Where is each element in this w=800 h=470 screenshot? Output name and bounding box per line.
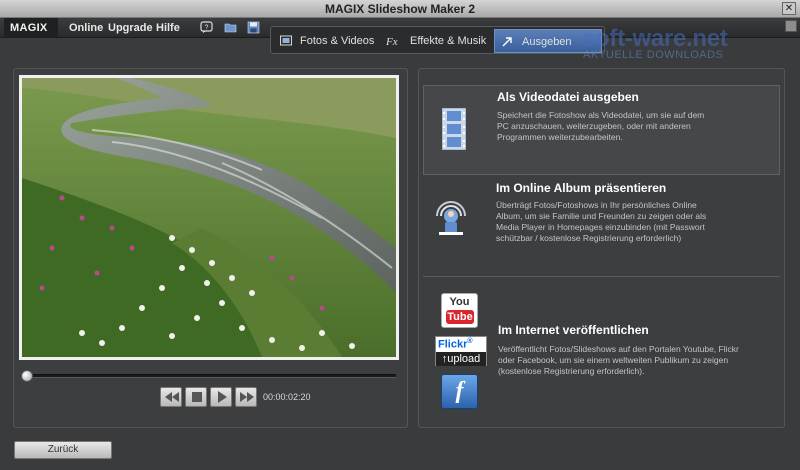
photo-icon — [280, 35, 292, 46]
arrow-out-icon — [502, 37, 512, 47]
tab-label: Ausgeben — [522, 36, 572, 48]
option-description: Überträgt Fotos/Fotoshows in Ihr persönl… — [496, 200, 707, 243]
flickr-upload-label: ↑upload — [436, 352, 486, 366]
rewind-button[interactable] — [160, 387, 182, 407]
back-button[interactable]: Zurück — [14, 441, 112, 459]
stop-icon — [192, 392, 202, 402]
film-strip-icon — [442, 108, 466, 150]
save-icon[interactable] — [247, 21, 260, 34]
help-icon[interactable]: ? — [200, 21, 213, 34]
rewind-icon — [165, 392, 179, 402]
watermark-subtitle: AKTUELLE DOWNLOADS — [583, 49, 724, 61]
window-title: MAGIX Slideshow Maker 2 — [324, 2, 476, 16]
menu-online[interactable]: Online — [69, 18, 103, 38]
share-service-icon[interactable]: f — [441, 374, 478, 409]
tab-effekte-musik[interactable]: Fx Effekte & Musik — [381, 29, 493, 53]
tab-fotos-videos[interactable]: Fotos & Videos — [273, 29, 379, 53]
flickr-text: Flickr® — [438, 338, 473, 351]
youtube-icon[interactable]: You Tube — [441, 293, 478, 328]
svg-text:Fx: Fx — [386, 36, 398, 46]
option-online-album[interactable]: Im Online Album präsentieren Überträgt F… — [423, 178, 780, 270]
option-title: Im Online Album präsentieren — [496, 181, 667, 195]
preview-image — [19, 75, 399, 360]
flickr-upload-icon[interactable]: Flickr® ↑upload — [435, 336, 487, 366]
tab-label: Fotos & Videos — [300, 35, 375, 47]
fast-forward-icon — [240, 392, 254, 402]
separator — [423, 276, 780, 277]
tab-label: Effekte & Musik — [410, 35, 487, 47]
play-button[interactable] — [210, 387, 232, 407]
option-title: Als Videodatei ausgeben — [497, 90, 639, 104]
timeline-handle[interactable] — [21, 370, 33, 382]
option-title: Im Internet veröffentlichen — [498, 323, 649, 337]
open-folder-icon[interactable] — [224, 21, 237, 34]
menu-help[interactable]: Hilfe — [156, 18, 180, 38]
option-video-file[interactable]: Als Videodatei ausgeben Speichert die Fo… — [423, 85, 780, 175]
option-description: Speichert die Fotoshow als Videodatei, u… — [497, 110, 705, 142]
stop-button[interactable] — [185, 387, 207, 407]
play-icon — [218, 391, 227, 403]
option-internet-publish[interactable]: You Tube Flickr® ↑upload f Im Internet v… — [423, 284, 780, 414]
option-description: Veröffentlicht Fotos/Slideshows auf den … — [498, 344, 739, 376]
timeline-slider[interactable] — [21, 370, 396, 382]
online-album-icon — [436, 201, 466, 235]
time-display: 00:00:02:20 — [263, 392, 311, 402]
fx-icon: Fx — [386, 36, 398, 46]
mode-tabs: Fotos & Videos Fx Effekte & Musik Ausgeb… — [270, 26, 605, 54]
watermark: soft-ware.net AKTUELLE DOWNLOADS — [582, 25, 797, 61]
title-bar: MAGIX Slideshow Maker 2 ✕ — [0, 0, 800, 18]
close-button[interactable]: ✕ — [782, 2, 796, 15]
svg-text:?: ? — [205, 25, 209, 32]
menu-upgrade[interactable]: Upgrade — [108, 18, 153, 38]
fast-forward-button[interactable] — [235, 387, 257, 407]
magix-logo: MAGIX — [4, 18, 58, 38]
